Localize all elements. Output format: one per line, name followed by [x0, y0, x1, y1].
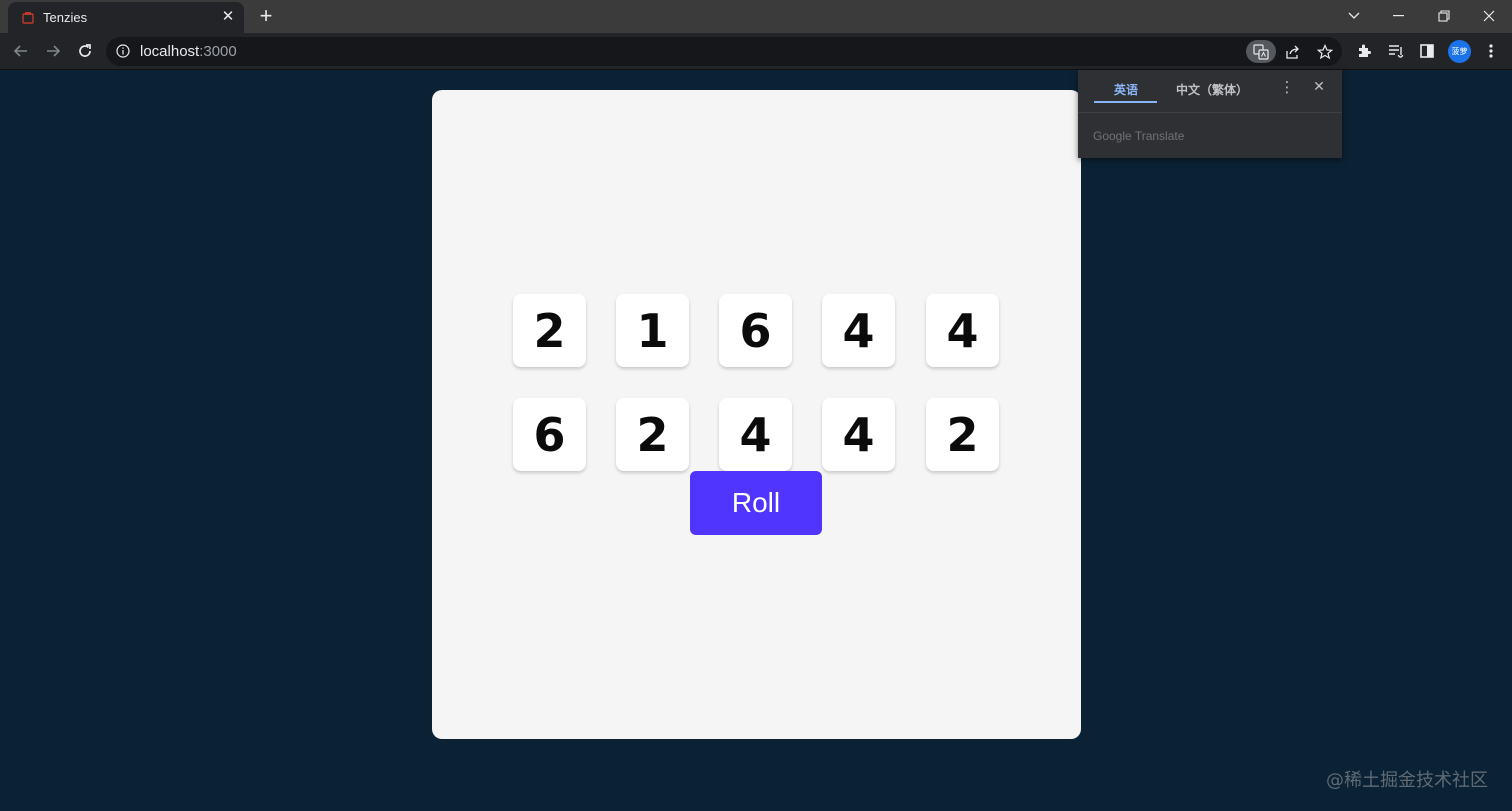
die[interactable]: 6	[513, 398, 586, 471]
window-close-icon[interactable]	[1466, 0, 1511, 31]
more-vert-icon[interactable]: ⋮	[1278, 78, 1296, 98]
tab-source-language[interactable]: 英语	[1114, 81, 1138, 98]
translate-language-tabs: 英语 中文（繁体） ⋮ ✕	[1078, 70, 1342, 113]
profile-avatar[interactable]: 菠萝	[1448, 40, 1471, 63]
die[interactable]: 4	[719, 398, 792, 471]
google-translate-brand: Google Translate	[1093, 129, 1185, 143]
extensions-icon[interactable]	[1350, 37, 1378, 65]
tab-title: Tenzies	[43, 10, 88, 25]
watermark: @稀土掘金技术社区	[1326, 770, 1488, 791]
die[interactable]: 2	[513, 294, 586, 367]
url-text: localhost:3000	[140, 43, 237, 60]
star-icon[interactable]	[1310, 40, 1340, 63]
share-icon[interactable]	[1278, 40, 1308, 63]
die[interactable]: 6	[719, 294, 792, 367]
back-icon[interactable]	[7, 37, 35, 65]
close-icon[interactable]: ✕	[1310, 78, 1328, 98]
tab-strip: Tenzies ✕ +	[0, 0, 1512, 33]
side-panel-icon[interactable]	[1413, 37, 1441, 65]
minimize-icon[interactable]	[1376, 0, 1421, 31]
more-vert-icon[interactable]	[1477, 37, 1505, 65]
address-bar[interactable]: localhost:3000	[106, 37, 1342, 66]
tab-favicon-icon	[22, 12, 34, 24]
die[interactable]: 4	[926, 294, 999, 367]
die[interactable]: 2	[926, 398, 999, 471]
plus-icon[interactable]: +	[254, 5, 278, 29]
translate-icon[interactable]	[1246, 40, 1276, 63]
restore-icon[interactable]	[1421, 0, 1466, 31]
tab-target-language[interactable]: 中文（繁体）	[1176, 81, 1248, 98]
browser-toolbar: localhost:3000 菠萝	[0, 33, 1512, 70]
die[interactable]: 4	[822, 294, 895, 367]
browser-tab[interactable]: Tenzies ✕	[8, 2, 244, 33]
translate-popup: 英语 中文（繁体） ⋮ ✕ Google Translate	[1078, 70, 1342, 158]
die[interactable]: 1	[616, 294, 689, 367]
reading-list-icon[interactable]	[1382, 37, 1410, 65]
active-tab-indicator	[1094, 101, 1157, 103]
die[interactable]: 4	[822, 398, 895, 471]
close-icon[interactable]: ✕	[220, 9, 236, 25]
info-icon[interactable]	[116, 44, 130, 58]
chevron-down-icon[interactable]	[1331, 0, 1376, 31]
die[interactable]: 2	[616, 398, 689, 471]
roll-button[interactable]: Roll	[690, 471, 822, 535]
forward-icon[interactable]	[39, 37, 67, 65]
reload-icon[interactable]	[71, 37, 99, 65]
